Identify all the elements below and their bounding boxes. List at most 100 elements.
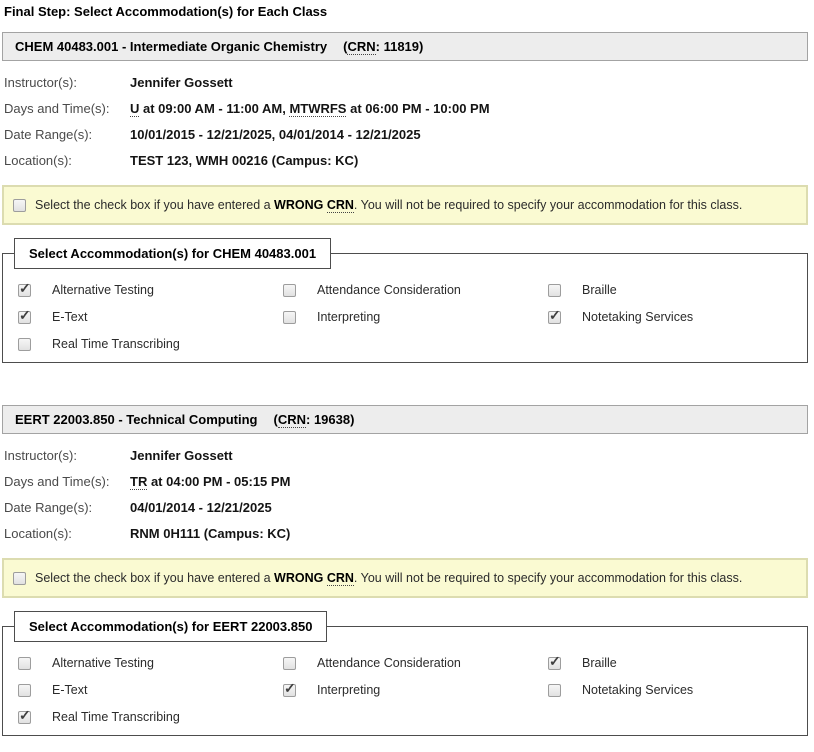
accommodation-item[interactable]: ✓ Interpreting (283, 310, 548, 324)
accommodation-label: E-Text (52, 310, 87, 324)
crn-value: : 11819) (376, 39, 424, 54)
warning-crn-abbr: CRN (327, 198, 354, 213)
accommodation-checkbox[interactable]: ✓ (18, 338, 31, 351)
course-title: EERT 22003.850 - Technical Computing (15, 412, 258, 427)
class-header-bar: CHEM 40483.001 - Intermediate Organic Ch… (2, 32, 808, 61)
detail-row-location: Location(s): RNM 0H111 (Campus: KC) (2, 520, 808, 546)
accommodation-label: Alternative Testing (52, 283, 154, 297)
accommodation-checkbox[interactable]: ✓ (548, 284, 561, 297)
accommodation-label: Real Time Transcribing (52, 337, 180, 351)
detail-row-days: Days and Time(s): U at 09:00 AM - 11:00 … (2, 95, 808, 121)
class-details: Instructor(s): Jennifer Gossett Days and… (2, 69, 808, 173)
date-range-label: Date Range(s): (2, 500, 130, 515)
accommodation-label: E-Text (52, 683, 87, 697)
accommodation-checkbox[interactable]: ✓ (283, 684, 296, 697)
instructor-value: Jennifer Gossett (130, 448, 233, 463)
days-abbr: U (130, 101, 139, 117)
date-range-value: 04/01/2014 - 12/21/2025 (130, 500, 272, 515)
detail-row-location: Location(s): TEST 123, WMH 00216 (Campus… (2, 147, 808, 173)
accommodation-item[interactable]: ✓ E-Text (18, 683, 283, 697)
accommodation-item[interactable]: ✓ Braille (548, 283, 807, 297)
accommodations-grid: ✓ Alternative Testing ✓ Attendance Consi… (18, 283, 807, 351)
accommodation-checkbox[interactable]: ✓ (283, 657, 296, 670)
accommodation-checkbox[interactable]: ✓ (18, 284, 31, 297)
detail-row-instructor: Instructor(s): Jennifer Gossett (2, 69, 808, 95)
checkmark-icon: ✓ (19, 281, 31, 295)
days-value: TR at 04:00 PM - 05:15 PM (130, 474, 290, 489)
wrong-crn-warning-text: Select the check box if you have entered… (35, 198, 742, 212)
page-title: Final Step: Select Accommodation(s) for … (4, 4, 808, 19)
accommodation-item[interactable]: ✓ Notetaking Services (548, 683, 807, 697)
crn-group: (CRN: 19638) (274, 412, 355, 427)
accommodation-checkbox[interactable]: ✓ (18, 711, 31, 724)
accommodation-item[interactable]: ✓ E-Text (18, 310, 283, 324)
checkmark-icon: ✓ (549, 308, 561, 322)
days-text: at 09:00 AM - 11:00 AM, (139, 101, 289, 116)
warning-prefix: Select the check box if you have entered… (35, 571, 274, 585)
accommodation-checkbox[interactable]: ✓ (283, 311, 296, 324)
accommodation-item[interactable]: ✓ Notetaking Services (548, 310, 807, 324)
checkmark-icon: ✓ (19, 708, 31, 722)
class-section-eert: EERT 22003.850 - Technical Computing (CRN… (2, 405, 808, 736)
date-range-label: Date Range(s): (2, 127, 130, 142)
accommodation-item[interactable]: ✓ Alternative Testing (18, 656, 283, 670)
accommodation-checkbox[interactable]: ✓ (18, 684, 31, 697)
wrong-crn-checkbox[interactable]: ✓ (13, 572, 26, 585)
accommodations-fieldset-chem: Select Accommodation(s) for CHEM 40483.0… (2, 238, 808, 363)
accommodation-item[interactable]: ✓ Attendance Consideration (283, 656, 548, 670)
checkmark-icon: ✓ (284, 681, 296, 695)
accommodation-checkbox[interactable]: ✓ (548, 684, 561, 697)
detail-row-instructor: Instructor(s): Jennifer Gossett (2, 442, 808, 468)
accommodation-item[interactable]: ✓ Attendance Consideration (283, 283, 548, 297)
wrong-crn-warning: ✓ Select the check box if you have enter… (2, 185, 808, 225)
location-value: TEST 123, WMH 00216 (Campus: KC) (130, 153, 358, 168)
accommodation-label: Attendance Consideration (317, 283, 461, 297)
accommodation-label: Braille (582, 656, 617, 670)
checkmark-icon: ✓ (549, 654, 561, 668)
accommodation-checkbox[interactable]: ✓ (548, 657, 561, 670)
accommodations-fieldset-eert: Select Accommodation(s) for EERT 22003.8… (2, 611, 808, 736)
wrong-crn-warning-text: Select the check box if you have entered… (35, 571, 742, 585)
accommodation-label: Interpreting (317, 683, 380, 697)
accommodation-item[interactable]: ✓ Real Time Transcribing (18, 710, 283, 724)
accommodation-checkbox[interactable]: ✓ (283, 284, 296, 297)
instructor-label: Instructor(s): (2, 75, 130, 90)
instructor-label: Instructor(s): (2, 448, 130, 463)
accommodations-grid: ✓ Alternative Testing ✓ Attendance Consi… (18, 656, 807, 724)
accommodation-label: Braille (582, 283, 617, 297)
accommodation-item[interactable]: ✓ Alternative Testing (18, 283, 283, 297)
wrong-crn-checkbox[interactable]: ✓ (13, 199, 26, 212)
accommodations-legend: Select Accommodation(s) for CHEM 40483.0… (14, 238, 331, 269)
days-value: U at 09:00 AM - 11:00 AM, MTWRFS at 06:0… (130, 101, 490, 116)
detail-row-date-range: Date Range(s): 10/01/2015 - 12/21/2025, … (2, 121, 808, 147)
accommodation-checkbox[interactable]: ✓ (18, 657, 31, 670)
crn-value: : 19638) (306, 412, 354, 427)
accommodations-legend: Select Accommodation(s) for EERT 22003.8… (14, 611, 327, 642)
accommodation-item[interactable]: ✓ Real Time Transcribing (18, 337, 283, 351)
days-text: at 04:00 PM - 05:15 PM (147, 474, 290, 489)
checkmark-icon: ✓ (19, 308, 31, 322)
crn-abbr: CRN (278, 412, 306, 428)
detail-row-days: Days and Time(s): TR at 04:00 PM - 05:15… (2, 468, 808, 494)
warning-bold-wrong: WRONG (274, 571, 327, 585)
class-section-chem: CHEM 40483.001 - Intermediate Organic Ch… (2, 32, 808, 363)
accommodation-label: Notetaking Services (582, 683, 693, 697)
days-text: at 06:00 PM - 10:00 PM (346, 101, 489, 116)
accommodation-label: Alternative Testing (52, 656, 154, 670)
accommodation-label: Interpreting (317, 310, 380, 324)
location-value: RNM 0H111 (Campus: KC) (130, 526, 290, 541)
warning-crn-abbr: CRN (327, 571, 354, 586)
accommodation-checkbox[interactable]: ✓ (548, 311, 561, 324)
accommodation-item[interactable]: ✓ Braille (548, 656, 807, 670)
accommodation-item[interactable]: ✓ Interpreting (283, 683, 548, 697)
days-abbr: TR (130, 474, 147, 490)
days-label: Days and Time(s): (2, 474, 130, 489)
accommodation-label: Attendance Consideration (317, 656, 461, 670)
date-range-value: 10/01/2015 - 12/21/2025, 04/01/2014 - 12… (130, 127, 421, 142)
days-abbr: MTWRFS (289, 101, 346, 117)
accommodation-checkbox[interactable]: ✓ (18, 311, 31, 324)
warning-bold-wrong: WRONG (274, 198, 327, 212)
instructor-value: Jennifer Gossett (130, 75, 233, 90)
warning-suffix: . You will not be required to specify yo… (354, 198, 742, 212)
crn-group: (CRN: 11819) (343, 39, 423, 54)
